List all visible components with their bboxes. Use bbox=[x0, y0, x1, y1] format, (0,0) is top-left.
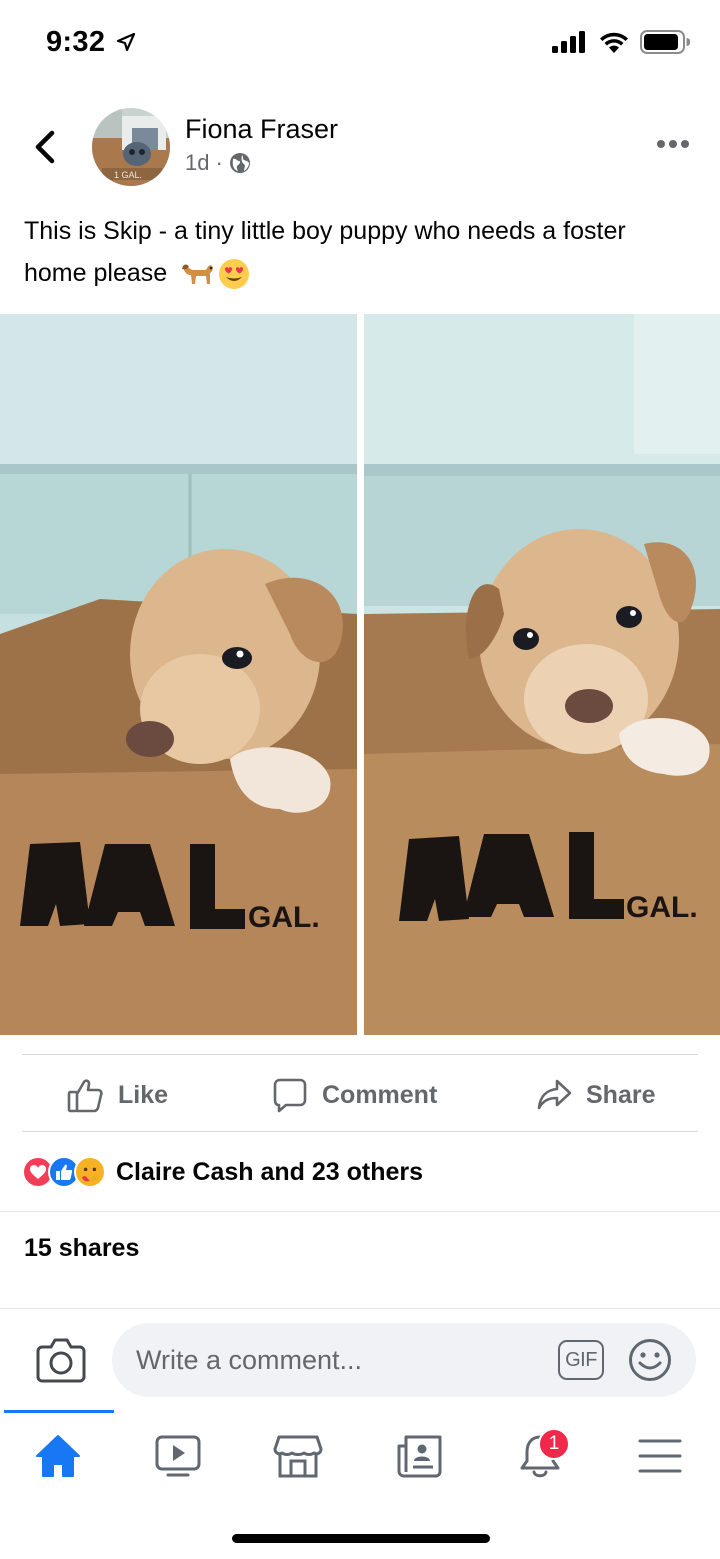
puppy-photo-right[interactable]: GAL. bbox=[364, 314, 720, 1035]
post-text-body: This is Skip - a tiny little boy puppy w… bbox=[24, 217, 626, 287]
heart-eyes-emoji-icon bbox=[219, 259, 250, 290]
post-header: 1 GAL. Fiona Fraser 1d · bbox=[0, 100, 720, 196]
notifications-badge: 1 bbox=[538, 1428, 570, 1460]
shares-count[interactable]: 15 shares bbox=[24, 1234, 139, 1263]
post-text: This is Skip - a tiny little boy puppy w… bbox=[24, 210, 694, 294]
battery-icon bbox=[640, 30, 690, 54]
tab-home[interactable] bbox=[28, 1426, 88, 1486]
status-icons bbox=[552, 30, 690, 54]
actions-top-divider bbox=[22, 1054, 698, 1055]
share-label: Share bbox=[586, 1080, 656, 1109]
reactions-text: Claire Cash and 23 others bbox=[116, 1157, 424, 1186]
globe-icon bbox=[229, 153, 250, 173]
puppy-image-left: GAL. bbox=[0, 314, 357, 1035]
camera-button[interactable] bbox=[36, 1337, 86, 1383]
more-dots-icon bbox=[657, 140, 689, 148]
like-button[interactable]: Like bbox=[66, 1060, 168, 1130]
reactions-divider bbox=[0, 1211, 720, 1212]
tab-notifications[interactable]: 1 bbox=[510, 1426, 570, 1486]
bottom-tab-bar: 1 bbox=[0, 1410, 720, 1500]
tab-news[interactable] bbox=[390, 1426, 450, 1486]
gif-button[interactable]: GIF bbox=[558, 1340, 604, 1380]
post-age[interactable]: 1d bbox=[185, 150, 209, 176]
tab-marketplace[interactable] bbox=[268, 1426, 328, 1486]
camera-icon bbox=[36, 1338, 86, 1383]
status-time: 9:32 bbox=[46, 26, 106, 58]
post-photos: GAL. GAL. bbox=[0, 314, 720, 1035]
comment-field[interactable]: GIF bbox=[112, 1323, 696, 1397]
comment-label: Comment bbox=[322, 1080, 438, 1109]
box-text-right: GAL. bbox=[626, 891, 698, 924]
reaction-icons bbox=[22, 1156, 106, 1188]
share-button[interactable]: Share bbox=[536, 1060, 655, 1130]
news-icon bbox=[397, 1435, 442, 1478]
active-tab-indicator bbox=[4, 1410, 114, 1413]
tab-watch[interactable] bbox=[148, 1426, 208, 1486]
comment-input[interactable] bbox=[136, 1323, 536, 1397]
author-name[interactable]: Fiona Fraser bbox=[185, 114, 338, 145]
smiley-icon bbox=[629, 1339, 671, 1381]
status-bar: 9:32 bbox=[0, 0, 720, 90]
tab-menu[interactable] bbox=[630, 1426, 690, 1486]
box-text-left: GAL. bbox=[248, 901, 320, 934]
puppy-photo-left[interactable]: GAL. bbox=[0, 314, 357, 1035]
comment-composer: GIF bbox=[0, 1308, 720, 1410]
dog-emoji-icon bbox=[182, 264, 213, 285]
back-button[interactable] bbox=[28, 124, 62, 170]
avatar-image: 1 GAL. bbox=[92, 108, 170, 186]
like-label: Like bbox=[118, 1080, 169, 1109]
home-indicator[interactable] bbox=[232, 1534, 490, 1543]
comment-bubble-icon bbox=[273, 1078, 307, 1113]
puppy-image-right: GAL. bbox=[364, 314, 720, 1035]
author-avatar[interactable]: 1 GAL. bbox=[92, 108, 170, 186]
home-icon bbox=[36, 1435, 80, 1477]
chevron-left-icon bbox=[35, 130, 55, 164]
meta-separator: · bbox=[215, 150, 223, 175]
gif-label: GIF bbox=[565, 1348, 597, 1371]
video-icon bbox=[155, 1435, 201, 1477]
more-options-button[interactable] bbox=[656, 136, 690, 156]
location-arrow-icon bbox=[116, 32, 136, 52]
reactions-summary[interactable]: Claire Cash and 23 others bbox=[22, 1152, 423, 1192]
marketplace-icon bbox=[273, 1435, 323, 1478]
wifi-icon bbox=[600, 32, 628, 53]
thumbs-up-icon bbox=[67, 1079, 103, 1113]
comment-button[interactable]: Comment bbox=[272, 1060, 437, 1130]
post-actions: Like Comment Share bbox=[0, 1060, 720, 1130]
cellular-signal-icon bbox=[552, 31, 585, 53]
share-arrow-icon bbox=[537, 1079, 572, 1110]
menu-icon bbox=[638, 1439, 682, 1473]
care-reaction-icon bbox=[74, 1156, 106, 1188]
avatar-box-text: 1 GAL. bbox=[114, 170, 142, 180]
post-meta: 1d · bbox=[185, 150, 251, 176]
emoji-button[interactable] bbox=[628, 1338, 672, 1382]
post-emojis bbox=[180, 258, 250, 290]
actions-bottom-divider bbox=[22, 1131, 698, 1132]
